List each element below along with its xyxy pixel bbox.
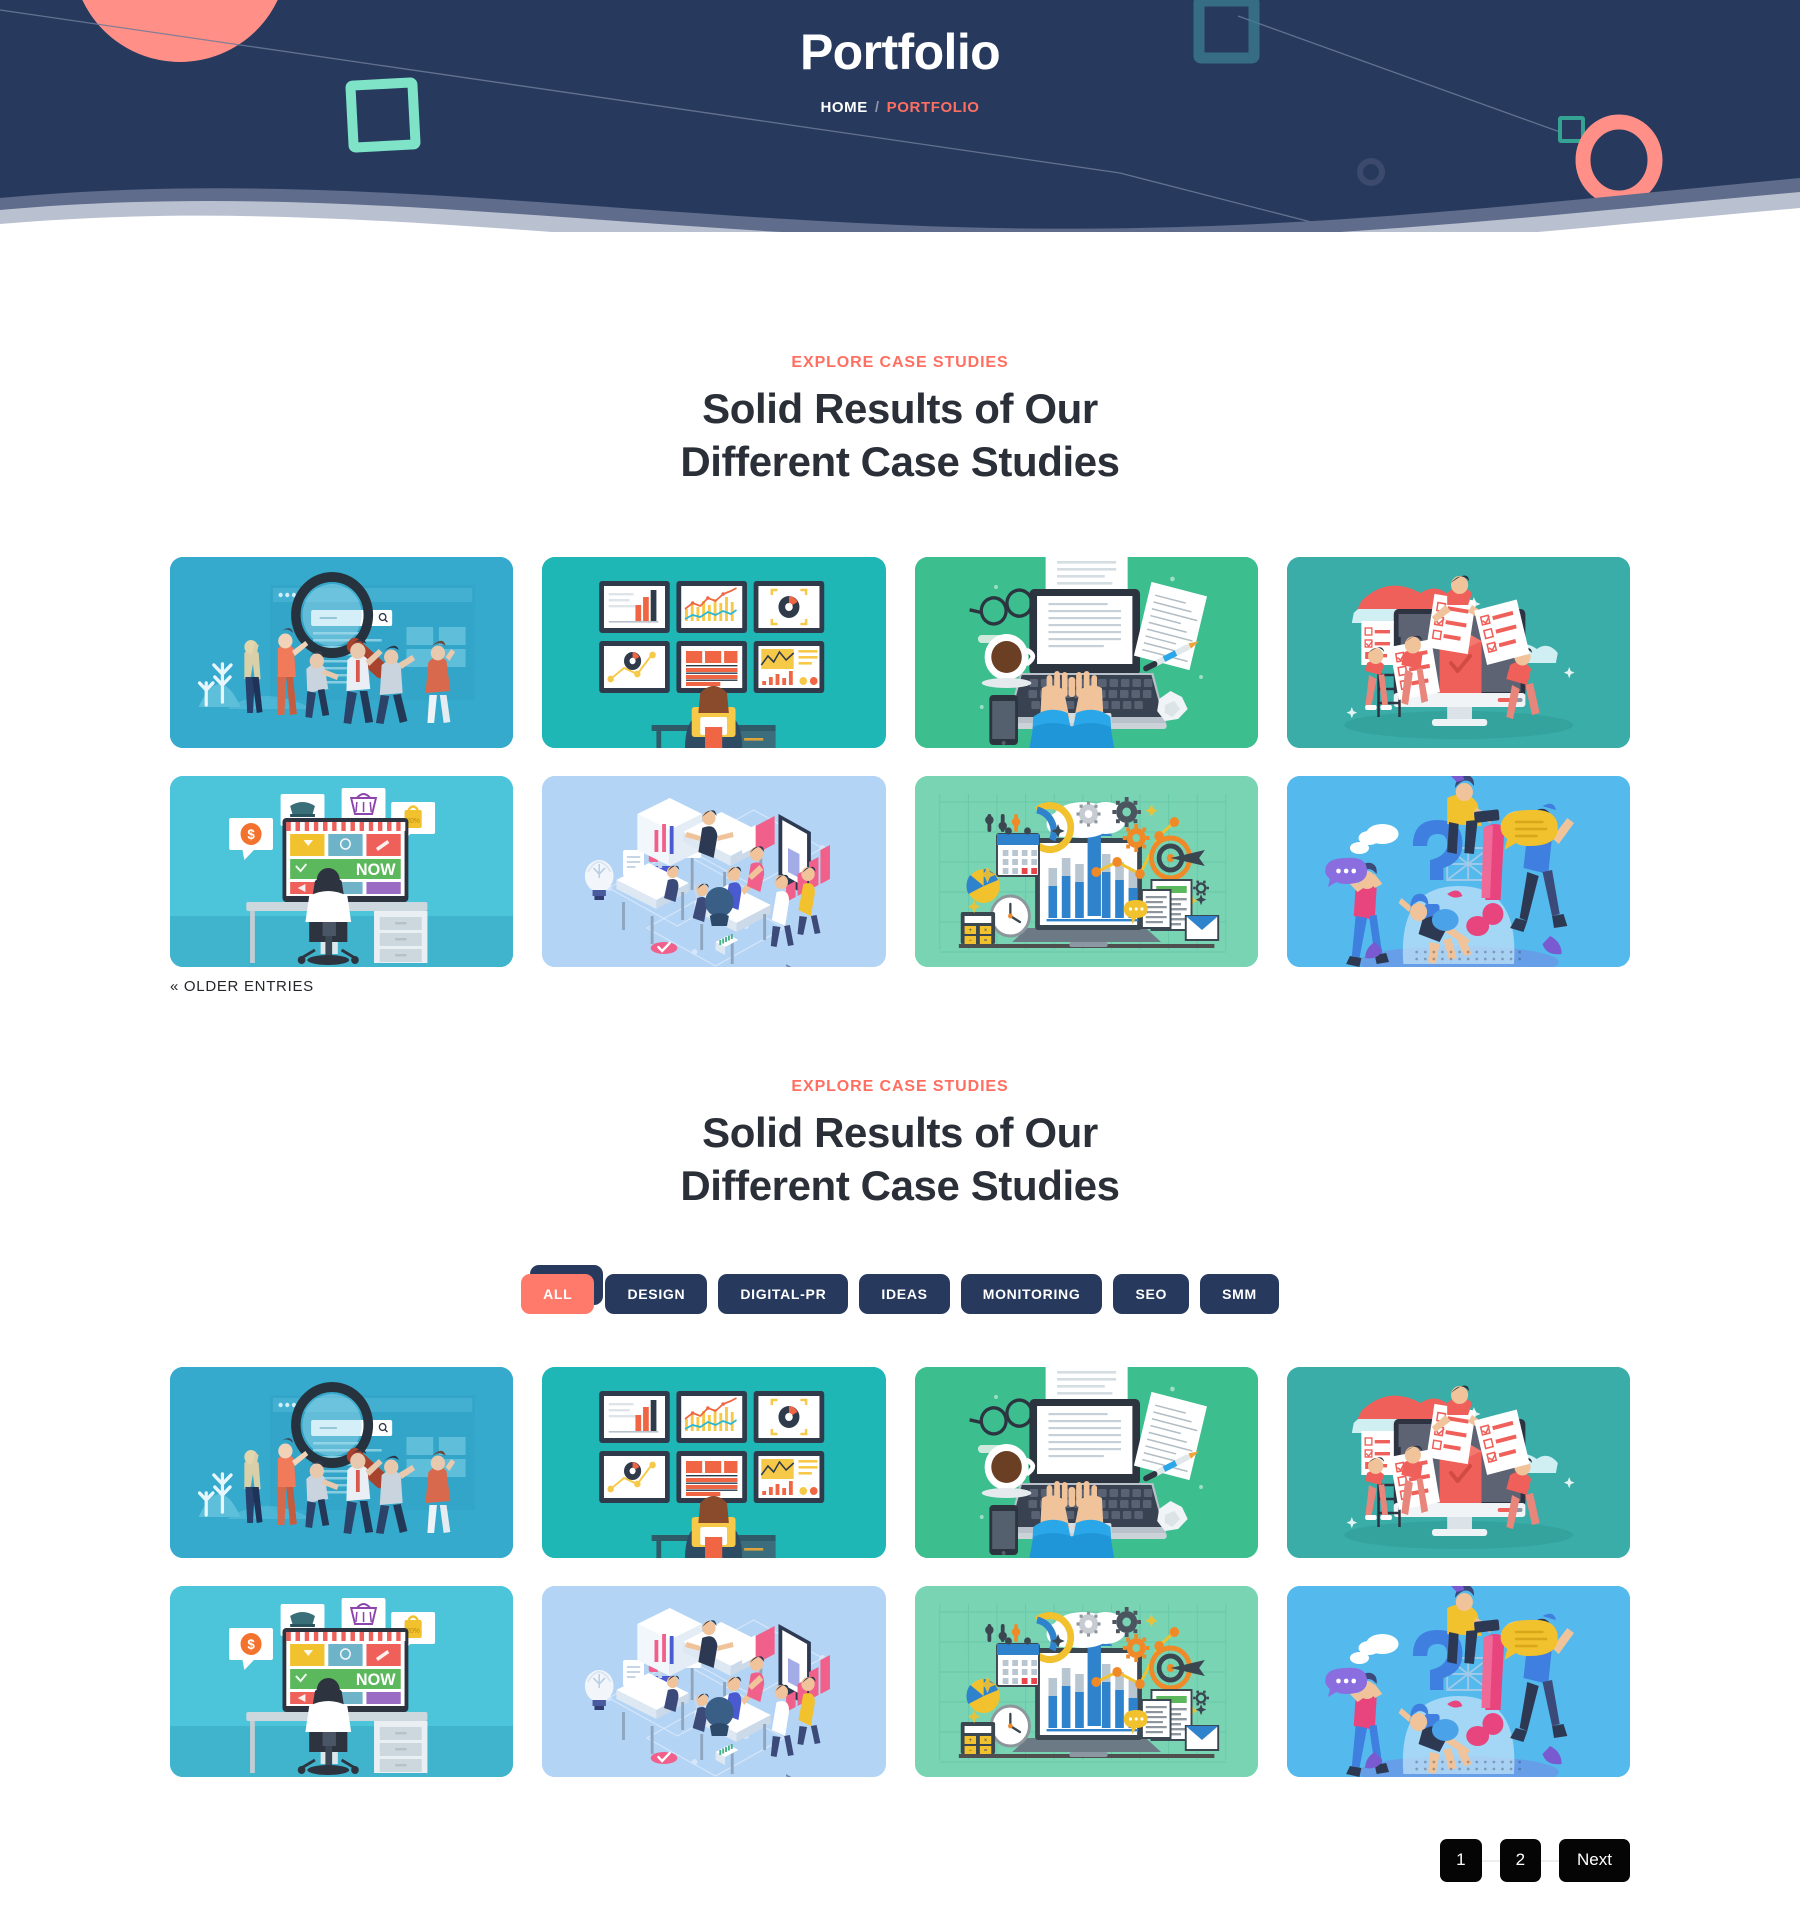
page-title: Portfolio [799, 24, 1001, 80]
portfolio-card-online-survey-checklist[interactable] [1286, 1367, 1630, 1559]
portfolio-card-business-data-growth[interactable]: + × − = [914, 1586, 1258, 1778]
portfolio-grid-2: 20% $ NOW + × − = [170, 1367, 1630, 1778]
svg-text:×: × [983, 1738, 987, 1744]
portfolio-card-ecommerce-shopping[interactable]: 20% $ NOW [170, 1586, 514, 1778]
older-entries-link[interactable]: « OLDER ENTRIES [170, 978, 314, 995]
case-studies-section-1: EXPLORE CASE STUDIES Solid Results of Ou… [0, 232, 1800, 996]
filter-button-monitoring[interactable]: MONITORING [960, 1274, 1103, 1315]
filter-wrap-all: ALL [521, 1265, 604, 1315]
pagination-container: 1 2 Next [170, 1839, 1630, 1927]
breadcrumb: HOME / PORTFOLIO [0, 99, 1800, 116]
page-banner: Portfolio HOME / PORTFOLIO [0, 0, 1800, 232]
older-entries-container: « OLDER ENTRIES [170, 978, 1630, 996]
section-eyebrow: EXPLORE CASE STUDIES [791, 1077, 1009, 1095]
portfolio-card-faq-question-answer[interactable] [1286, 775, 1630, 967]
section-title-line-2: Different Case Studies [680, 1161, 1120, 1209]
portfolio-card-isometric-office-team[interactable]: </> [542, 775, 886, 967]
filter-wrap-smm: SMM [1200, 1274, 1279, 1315]
svg-text:NOW: NOW [356, 1670, 396, 1689]
svg-text:−: − [968, 938, 972, 944]
pagination: 1 2 Next [1440, 1839, 1630, 1882]
filter-button-design[interactable]: DESIGN [605, 1274, 708, 1315]
svg-text:+: + [968, 928, 972, 934]
section-title-line-1: Solid Results of Our [702, 385, 1098, 432]
filter-button-digital-pr[interactable]: DIGITAL-PR [718, 1274, 849, 1315]
breadcrumb-current: PORTFOLIO [886, 98, 980, 116]
portfolio-card-content-writing-laptop[interactable] [914, 1367, 1258, 1559]
section-title-line-2: Different Case Studies [680, 438, 1120, 486]
breadcrumb-separator: / [874, 98, 880, 116]
section-title: Solid Results of Our Different Case Stud… [0, 382, 1800, 489]
portfolio-card-faq-question-answer[interactable] [1286, 1586, 1630, 1778]
portfolio-card-content-writing-laptop[interactable] [914, 556, 1258, 748]
section-heading-2: EXPLORE CASE STUDIES Solid Results of Ou… [0, 1078, 1800, 1213]
filter-wrap-monitoring: MONITORING [960, 1274, 1103, 1315]
filter-wrap-digital-pr: DIGITAL-PR [718, 1274, 849, 1315]
analytics-monitoring-wall-illustration [542, 556, 886, 748]
portfolio-card-analytics-monitoring-wall[interactable] [542, 556, 886, 748]
svg-text:=: = [983, 1748, 987, 1754]
seo-search-team-illustration [170, 1367, 514, 1559]
seo-search-team-illustration [170, 556, 514, 748]
business-data-growth-illustration: + × − = [914, 1586, 1258, 1778]
content-writing-laptop-illustration [914, 556, 1258, 748]
filter-button-all[interactable]: ALL [521, 1274, 595, 1315]
analytics-monitoring-wall-illustration [542, 1367, 886, 1559]
ecommerce-shopping-illustration: 20% $ NOW [170, 775, 514, 967]
pagination-divider [1481, 1859, 1500, 1862]
portfolio-grid-1: 20% $ NOW + × − = [170, 556, 1630, 967]
business-data-growth-illustration: + × − = [914, 775, 1258, 967]
section-heading-1: EXPLORE CASE STUDIES Solid Results of Ou… [0, 354, 1800, 489]
svg-text:20%: 20% [406, 818, 419, 825]
filter-wrap-seo: SEO [1113, 1274, 1190, 1315]
svg-text:−: − [968, 1748, 972, 1754]
svg-text:$: $ [247, 826, 255, 841]
pagination-page-1[interactable]: 1 [1440, 1839, 1482, 1882]
section-eyebrow: EXPLORE CASE STUDIES [791, 354, 1009, 371]
filter-button-ideas[interactable]: IDEAS [859, 1274, 950, 1315]
section-title: Solid Results of Our Different Case Stud… [0, 1106, 1800, 1213]
portfolio-card-seo-search-team[interactable] [170, 1367, 514, 1559]
svg-text:×: × [983, 928, 987, 934]
portfolio-card-isometric-office-team[interactable]: </> [542, 1586, 886, 1778]
section-title-line-1: Solid Results of Our [702, 1108, 1098, 1156]
portfolio-card-online-survey-checklist[interactable] [1286, 556, 1630, 748]
ecommerce-shopping-illustration: 20% $ NOW [170, 1586, 514, 1778]
filter-wrap-ideas: IDEAS [859, 1274, 950, 1315]
online-survey-checklist-illustration [1286, 1367, 1630, 1559]
online-survey-checklist-illustration [1286, 556, 1630, 748]
filter-button-smm[interactable]: SMM [1200, 1274, 1279, 1315]
pagination-page-2[interactable]: 2 [1499, 1839, 1542, 1882]
pagination-divider [1541, 1859, 1560, 1862]
svg-text:NOW: NOW [356, 859, 396, 878]
portfolio-card-business-data-growth[interactable]: + × − = [914, 775, 1258, 967]
isometric-office-team-illustration: </> [542, 1586, 886, 1778]
isometric-office-team-illustration: </> [542, 775, 886, 967]
filter-button-seo[interactable]: SEO [1113, 1274, 1190, 1315]
svg-text:=: = [983, 938, 987, 944]
faq-question-answer-illustration [1286, 1586, 1630, 1778]
portfolio-card-seo-search-team[interactable] [170, 556, 514, 748]
svg-text:+: + [968, 1738, 972, 1744]
svg-text:20%: 20% [406, 1628, 419, 1635]
content-writing-laptop-illustration [914, 1367, 1258, 1559]
breadcrumb-home-link[interactable]: HOME [820, 99, 867, 116]
portfolio-card-ecommerce-shopping[interactable]: 20% $ NOW [170, 775, 514, 967]
svg-text:$: $ [247, 1637, 255, 1652]
pagination-next-button[interactable]: Next [1559, 1839, 1630, 1882]
case-studies-section-2: EXPLORE CASE STUDIES Solid Results of Ou… [0, 996, 1800, 1928]
portfolio-filter-bar: ALL DESIGN DIGITAL-PR IDEAS MONITORING SEO SMM [0, 1265, 1800, 1315]
filter-wrap-design: DESIGN [605, 1274, 708, 1315]
portfolio-card-analytics-monitoring-wall[interactable] [542, 1367, 886, 1559]
faq-question-answer-illustration [1286, 775, 1630, 967]
